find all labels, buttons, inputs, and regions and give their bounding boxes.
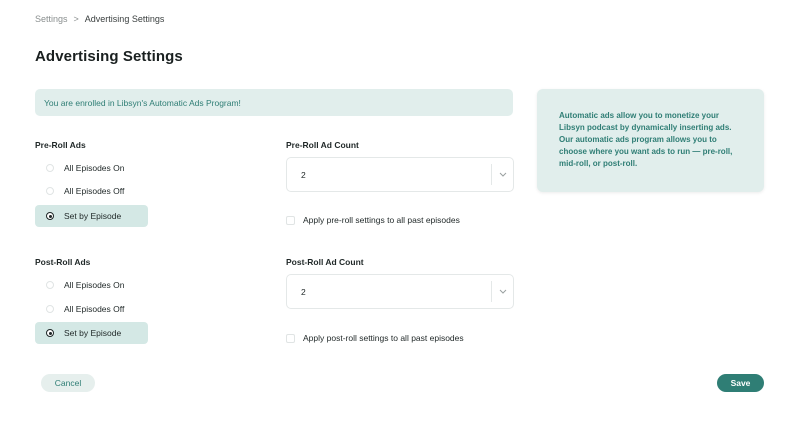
radio-label: All Episodes On: [64, 280, 125, 290]
post-roll-ads-label: Post-Roll Ads: [35, 257, 91, 267]
automatic-ads-info-card: Automatic ads allow you to monetize your…: [537, 89, 764, 192]
enrollment-banner: You are enrolled in Libsyn's Automatic A…: [35, 89, 513, 116]
radio-button-selected[interactable]: [46, 212, 54, 220]
apply-pre-roll-checkbox[interactable]: [286, 215, 295, 225]
chevron-down-icon[interactable]: [492, 289, 513, 294]
post-roll-option-set-by-episode[interactable]: Set by Episode: [35, 322, 148, 344]
cancel-button[interactable]: Cancel: [41, 374, 95, 392]
post-roll-ad-count-value: 2: [301, 286, 306, 297]
radio-button[interactable]: [46, 281, 54, 289]
chevron-down-icon[interactable]: [492, 172, 513, 177]
page-title: Advertising Settings: [35, 48, 183, 65]
apply-pre-roll-past-episodes[interactable]: Apply pre-roll settings to all past epis…: [286, 215, 460, 225]
radio-button[interactable]: [46, 164, 54, 172]
pre-roll-ad-count-label: Pre-Roll Ad Count: [286, 140, 359, 150]
apply-pre-roll-label: Apply pre-roll settings to all past epis…: [303, 215, 460, 225]
pre-roll-option-all-off[interactable]: All Episodes Off: [35, 180, 148, 202]
breadcrumb: Settings > Advertising Settings: [35, 14, 164, 24]
apply-post-roll-label: Apply post-roll settings to all past epi…: [303, 333, 464, 343]
pre-roll-ad-count-value: 2: [301, 169, 306, 180]
radio-button[interactable]: [46, 187, 54, 195]
radio-button[interactable]: [46, 305, 54, 313]
breadcrumb-settings-link[interactable]: Settings: [35, 14, 68, 24]
radio-button-selected[interactable]: [46, 329, 54, 337]
info-card-text: Automatic ads allow you to monetize your…: [559, 111, 733, 168]
radio-label: Set by Episode: [64, 328, 122, 338]
post-roll-option-all-off[interactable]: All Episodes Off: [35, 298, 148, 320]
breadcrumb-current: Advertising Settings: [84, 14, 165, 24]
radio-label: All Episodes Off: [64, 304, 125, 314]
post-roll-ad-count-select[interactable]: 2: [286, 274, 514, 309]
save-button[interactable]: Save: [717, 374, 764, 392]
post-roll-option-all-on[interactable]: All Episodes On: [35, 274, 148, 296]
radio-label: Set by Episode: [64, 211, 122, 221]
post-roll-ad-count-label: Post-Roll Ad Count: [286, 257, 364, 267]
pre-roll-ad-count-select[interactable]: 2: [286, 157, 514, 192]
radio-label: All Episodes Off: [64, 186, 125, 196]
apply-post-roll-past-episodes[interactable]: Apply post-roll settings to all past epi…: [286, 333, 464, 343]
breadcrumb-separator: >: [73, 14, 79, 24]
apply-post-roll-checkbox[interactable]: [286, 333, 295, 343]
radio-label: All Episodes On: [64, 163, 125, 173]
enrollment-banner-text: You are enrolled in Libsyn's Automatic A…: [44, 97, 241, 108]
pre-roll-option-set-by-episode[interactable]: Set by Episode: [35, 205, 148, 227]
pre-roll-ads-label: Pre-Roll Ads: [35, 140, 86, 150]
pre-roll-option-all-on[interactable]: All Episodes On: [35, 157, 148, 179]
